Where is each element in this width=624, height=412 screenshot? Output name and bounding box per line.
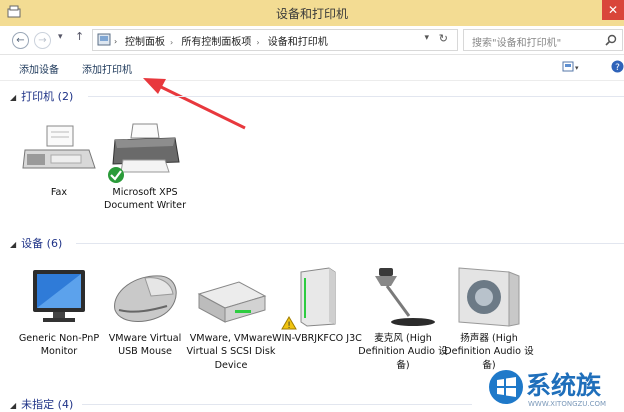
group-header-unspecified[interactable]: ◢ 未指定 (4)	[10, 396, 73, 412]
group-divider	[88, 96, 624, 97]
disk-drive-icon	[197, 281, 267, 323]
windows-logo-icon	[489, 370, 523, 404]
device-label: 扬声器 (High Definition Audio 设备)	[444, 333, 534, 371]
computer-tower-icon	[300, 267, 336, 327]
fax-icon	[22, 125, 96, 169]
collapse-chevron-icon[interactable]: ◢	[10, 93, 16, 102]
svg-text:!: !	[287, 321, 291, 330]
watermark-text: 系统族	[526, 371, 602, 400]
device-label: VMware Virtual USB Mouse	[108, 333, 182, 358]
microphone-icon	[375, 268, 435, 326]
device-label: WIN-VBRJKFCO J3C	[272, 333, 362, 344]
collapse-chevron-icon[interactable]: ◢	[10, 401, 16, 410]
default-check-icon	[108, 167, 124, 183]
device-label: Fax	[50, 187, 68, 198]
mouse-icon	[114, 275, 177, 322]
group-divider	[76, 243, 624, 244]
speaker-icon	[458, 267, 520, 327]
device-label: Microsoft XPS Document Writer	[103, 187, 187, 212]
collapse-chevron-icon[interactable]: ◢	[10, 240, 16, 249]
group-label: 未指定 (4)	[21, 398, 74, 411]
warning-icon: !	[281, 316, 297, 330]
watermark-url: WWW.XITONGZU.COM	[528, 400, 607, 408]
group-label: 设备 (6)	[21, 237, 63, 250]
group-label: 打印机 (2)	[21, 90, 74, 103]
group-header-devices[interactable]: ◢ 设备 (6)	[10, 235, 62, 251]
monitor-icon	[33, 270, 85, 322]
device-label: VMware, VMware Virtual S SCSI Disk Devic…	[186, 333, 276, 371]
group-divider	[82, 404, 472, 405]
group-header-printers[interactable]: ◢ 打印机 (2)	[10, 88, 73, 104]
device-label: 麦克风 (High Definition Audio 设备)	[358, 333, 448, 371]
device-label: Generic Non-PnP Monitor	[18, 333, 100, 358]
